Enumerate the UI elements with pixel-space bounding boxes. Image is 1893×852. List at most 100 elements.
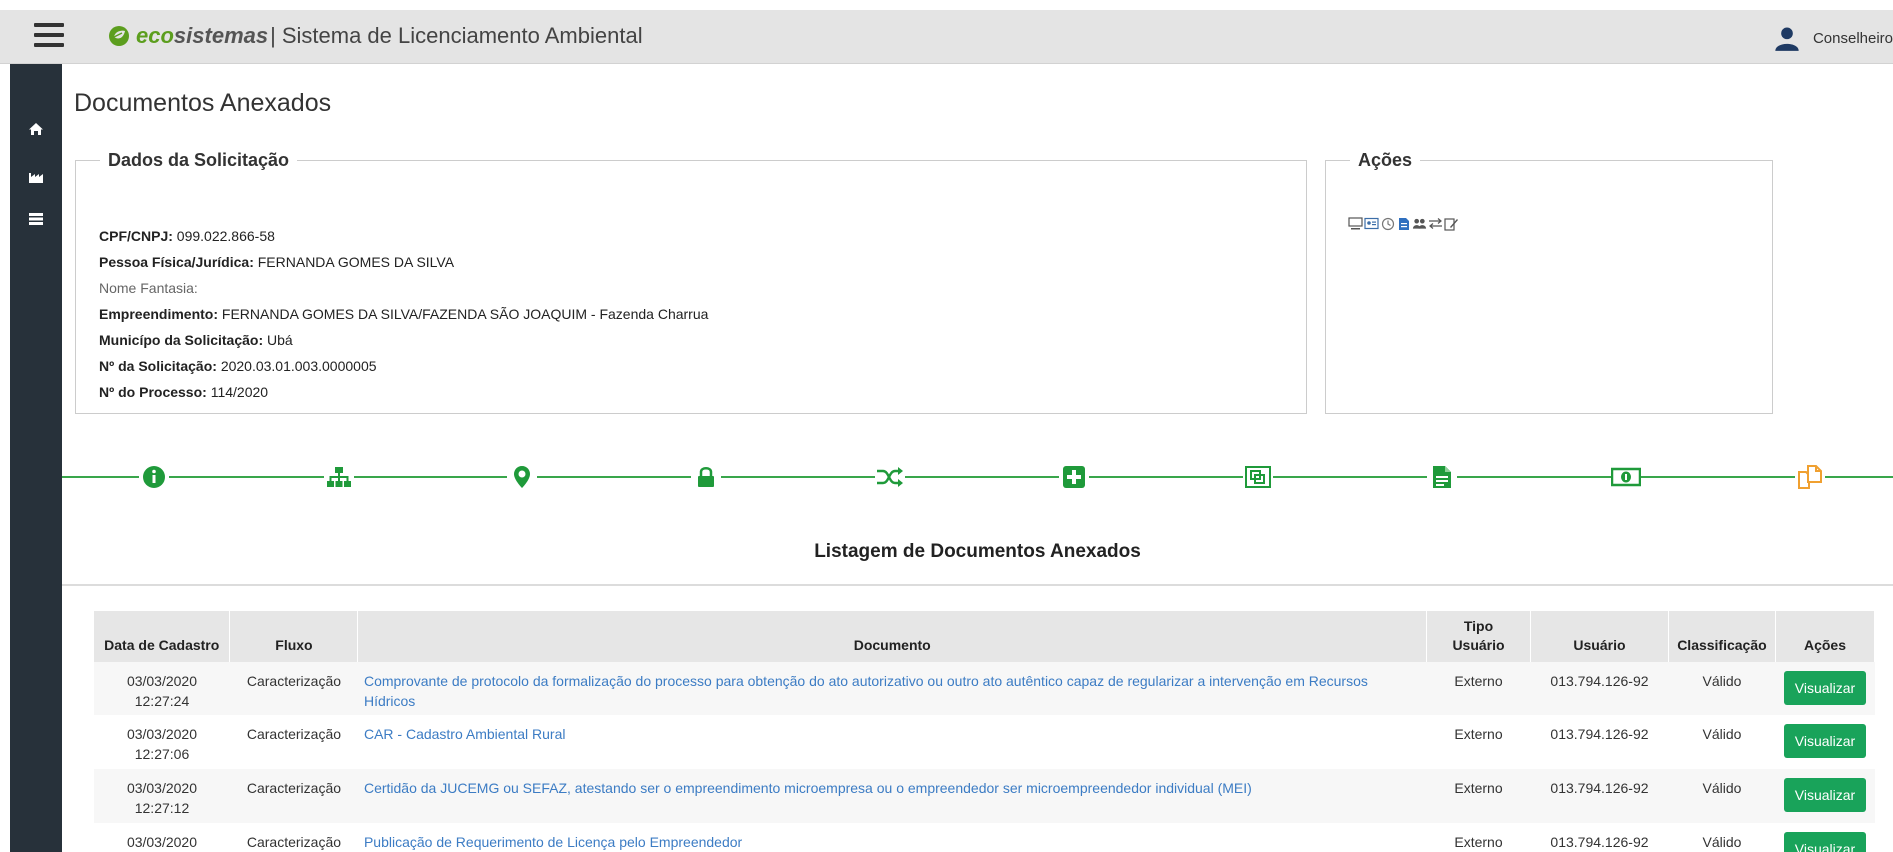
cell-tipo: Externo <box>1426 769 1531 823</box>
document-icon[interactable] <box>1396 216 1411 231</box>
municipio-value: Ubá <box>267 332 293 348</box>
users-icon[interactable] <box>1412 216 1427 231</box>
transfer-icon[interactable] <box>1428 216 1443 231</box>
col-data-cadastro[interactable]: Data de Cadastro <box>94 611 231 662</box>
sidebar-item-list[interactable] <box>10 204 62 234</box>
cell-fluxo: Caracterização <box>229 662 358 715</box>
cell-documento-link[interactable]: Certidão da JUCEMG ou SEFAZ, atestando s… <box>357 769 1427 823</box>
cell-date-day: 03/03/2020 <box>126 780 198 796</box>
col-usuario[interactable]: Usuário <box>1530 611 1669 662</box>
step-random-icon[interactable] <box>875 462 905 492</box>
app-title: Sistema de Licenciamento Ambiental <box>281 23 643 48</box>
sidebar-item-home[interactable] <box>10 114 62 144</box>
cell-date: 03/03/2020 12:27:24 <box>94 662 230 715</box>
col-tipo-line2: Usuário <box>1452 637 1505 653</box>
top-bar: eco sistemas | Sistema de Licenciamento … <box>0 10 1893 64</box>
processo-value: 114/2020 <box>210 384 269 400</box>
cell-date: 03/03/2020 <box>94 823 230 852</box>
cell-classificacao: Válido <box>1702 726 1742 742</box>
brand-separator: | <box>270 23 276 48</box>
view-button[interactable]: Visualizar <box>1783 724 1867 758</box>
cell-usuario: 013.794.126-92 <box>1530 769 1669 823</box>
pessoa-value: FERNANDA GOMES DA SILVA <box>257 254 455 270</box>
cell-documento-link[interactable]: Comprovante de protocolo da formalização… <box>357 662 1427 715</box>
view-button[interactable]: Visualizar <box>1783 671 1867 705</box>
menu-toggle-icon[interactable] <box>34 23 64 49</box>
user-icon <box>1775 27 1799 51</box>
sidebar-item-industry[interactable] <box>10 162 62 192</box>
col-fluxo[interactable]: Fluxo <box>229 611 359 662</box>
processo-row: Nº do Processo: 114/2020 <box>99 379 708 405</box>
user-menu[interactable]: Conselheiro <box>1773 24 1893 52</box>
col-acoes: Ações <box>1775 611 1876 662</box>
view-button[interactable]: Visualizar <box>1783 832 1867 852</box>
col-tipo-line1: Tipo <box>1463 618 1494 634</box>
id-card-icon[interactable] <box>1364 216 1379 231</box>
pessoa-label: Pessoa Física/Jurídica: <box>99 254 254 270</box>
solicitacao-label: Nº da Solicitação: <box>99 358 217 374</box>
monitor-icon[interactable] <box>1348 216 1363 231</box>
action-icons <box>1348 216 1460 231</box>
list-icon <box>29 213 43 225</box>
step-clone-icon[interactable] <box>1243 462 1273 492</box>
view-button[interactable]: Visualizar <box>1783 778 1867 812</box>
step-map-marker-icon[interactable] <box>507 462 537 492</box>
cell-date-time: 12:27:24 <box>134 693 190 709</box>
industry-icon <box>29 173 43 183</box>
logo-leaf-icon <box>109 26 129 46</box>
cell-documento-link[interactable]: CAR - Cadastro Ambiental Rural <box>358 715 1427 769</box>
user-name: Conselheiro <box>1812 29 1893 47</box>
cell-fluxo: Caracterização <box>229 769 358 823</box>
step-copy-icon[interactable] <box>1795 462 1825 492</box>
col-tipo-usuario[interactable]: Tipo Usuário <box>1426 611 1531 662</box>
table-row: 03/03/2020 12:27:12 Caracterização Certid… <box>94 769 1875 823</box>
empreendimento-value: FERNANDA GOMES DA SILVA/FAZENDA SÃO JOAQ… <box>221 306 709 322</box>
cell-date-day: 03/03/2020 <box>126 834 198 850</box>
cell-acoes: Visualizar <box>1775 823 1874 852</box>
cell-fluxo: Caracterização <box>246 726 342 742</box>
table-row: 03/03/2020 12:27:06 Caracterização CAR - … <box>94 715 1875 769</box>
cell-usuario: 013.794.126-92 <box>1550 726 1649 742</box>
col-classificacao[interactable]: Classificação <box>1668 611 1776 662</box>
cell-tipo: Externo <box>1454 834 1503 850</box>
step-plus-square-icon[interactable] <box>1059 462 1089 492</box>
cell-usuario: 013.794.126-92 <box>1550 834 1649 850</box>
edit-icon[interactable] <box>1444 216 1459 231</box>
fantasia-label: Nome Fantasia: <box>99 280 198 296</box>
actions-legend: Ações <box>1358 150 1413 170</box>
cell-classificacao: Válido <box>1702 834 1742 850</box>
request-fields: CPF/CNPJ: 099.022.866-58 Pessoa Física/J… <box>99 223 708 405</box>
col-documento[interactable]: Documento <box>357 611 1428 662</box>
step-info-icon[interactable] <box>139 462 169 492</box>
solicitacao-row: Nº da Solicitação: 2020.03.01.003.000000… <box>99 353 708 379</box>
solicitacao-value: 2020.03.01.003.0000005 <box>220 358 377 374</box>
request-data-legend: Dados da Solicitação <box>108 150 290 170</box>
cell-tipo: Externo <box>1454 726 1503 742</box>
cell-documento-link[interactable]: Publicação de Requerimento de Licença pe… <box>358 823 1427 852</box>
brand: eco sistemas | Sistema de Licenciamento … <box>107 19 643 53</box>
cell-date-day: 03/03/2020 <box>126 673 198 689</box>
cell-tipo: Externo <box>1426 662 1531 715</box>
actions-panel: Ações <box>1325 150 1773 414</box>
cpf-label: CPF/CNPJ: <box>99 228 173 244</box>
pessoa-row: Pessoa Física/Jurídica: FERNANDA GOMES D… <box>99 249 708 275</box>
empreendimento-row: Empreendimento: FERNANDA GOMES DA SILVA/… <box>99 301 708 327</box>
step-lock-icon[interactable] <box>691 462 721 492</box>
clock-icon[interactable] <box>1380 216 1395 231</box>
listing-title: Listagem de Documentos Anexados <box>814 541 1141 562</box>
table-header-row: Data de Cadastro Fluxo Documento Tipo Usu… <box>94 611 1876 662</box>
cell-date: 03/03/2020 12:27:12 <box>94 769 230 823</box>
logo-sistemas: sistemas <box>173 23 269 48</box>
cell-usuario: 013.794.126-92 <box>1530 662 1669 715</box>
sidebar <box>10 64 62 852</box>
cell-date-time: 12:27:06 <box>134 746 190 762</box>
cpf-value: 099.022.866-58 <box>176 228 275 244</box>
cell-date-time: 12:27:12 <box>134 800 190 816</box>
step-sitemap-icon[interactable] <box>324 462 354 492</box>
table-row: 03/03/2020 Caracterização Publicação de … <box>94 823 1875 852</box>
empreendimento-label: Empreendimento: <box>99 306 219 322</box>
step-file-text-icon[interactable] <box>1427 462 1457 492</box>
fantasia-row: Nome Fantasia: <box>99 275 708 301</box>
cell-fluxo: Caracterização <box>246 834 342 850</box>
step-money-icon[interactable] <box>1611 462 1641 492</box>
